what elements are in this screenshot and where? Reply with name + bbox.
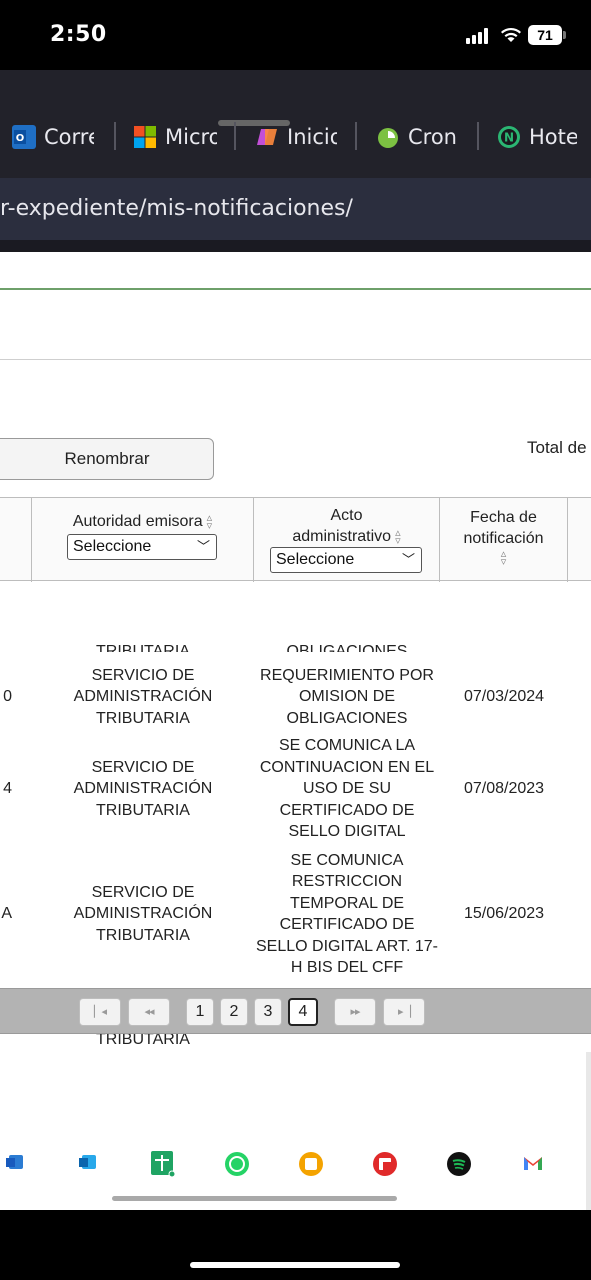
acto-filter-select[interactable]: Seleccione ﹀ [270, 547, 422, 573]
gmail-icon[interactable] [523, 1155, 543, 1171]
row-acto[interactable]: REQUERIMIENTO POR OMISION DE OBLIGACIONE… [254, 652, 440, 742]
bookmark-cronometro[interactable]: Cronómetro [376, 122, 458, 152]
taskbar [0, 1100, 586, 1210]
sticky-notes-icon[interactable] [298, 1151, 324, 1177]
bookmark-separator [477, 122, 479, 150]
wifi-icon [501, 28, 521, 42]
page-4-button-current[interactable]: 4 [288, 998, 318, 1026]
autoridad-filter-select[interactable]: Seleccione ﹀ [67, 534, 217, 560]
pdf-icon[interactable] [372, 1151, 398, 1177]
prev-page-button[interactable]: ◂◂ [128, 998, 170, 1026]
bookmark-inicio[interactable]: Inicio [255, 122, 337, 152]
chevron-down-icon: ﹀ [401, 552, 415, 567]
clipped-row-autoridad: TRIBUTARIA [96, 642, 190, 653]
home-indicator[interactable] [190, 1262, 400, 1268]
row-autoridad: SERVICIO DE ADMINISTRACIÓN TRIBUTARIA [73, 758, 213, 819]
toolbar-divider [0, 240, 591, 250]
word-icon[interactable] [5, 1152, 25, 1172]
table-header: Autoridad emisora ▵ ▿ Seleccione ﹀ Acto adm… [0, 497, 591, 582]
phone-bottom-bezel [0, 1210, 591, 1280]
chevron-down-icon: ﹀ [196, 539, 210, 554]
horizontal-scrollbar[interactable] [112, 1196, 397, 1201]
next-page-button[interactable]: ▸▸ [334, 998, 376, 1026]
row-id: A [1, 905, 12, 923]
row-id: 0 [3, 688, 12, 706]
autoridad-header-label: Autoridad emisora [72, 513, 203, 530]
screen-edge [586, 1052, 591, 1210]
rename-button[interactable]: Renombrar [0, 438, 214, 480]
monitor-screen: O Correo Microsoft Inicio Cronómetro [0, 70, 591, 1280]
bookmark-hotel[interactable]: N Hotel [497, 122, 577, 152]
copilot-icon [255, 125, 279, 149]
row-id: 4 [3, 780, 12, 798]
sort-icon[interactable]: ▵ ▿ [207, 512, 213, 531]
page-3-button[interactable]: 3 [254, 998, 282, 1026]
outlook-icon[interactable] [78, 1152, 98, 1172]
bookmarks-bar: O Correo Microsoft Inicio Cronómetro [0, 70, 591, 178]
spotify-icon[interactable] [446, 1151, 472, 1177]
page-1-button[interactable]: 1 [186, 998, 214, 1026]
last-page-button[interactable]: ▸▕ [383, 998, 425, 1026]
bookmark-separator [234, 122, 236, 150]
column-header-acto[interactable]: Acto administrativo ▵ ▿ Seleccione ﹀ [254, 498, 440, 582]
pagination-bar: ▏◂ ◂◂ 1 2 3 4 ▸▸ ▸▕ [0, 988, 591, 1034]
svg-text:O: O [16, 133, 25, 144]
fecha-header-line1: Fecha de [470, 509, 537, 526]
fecha-header-line2: notificación [463, 530, 544, 547]
row-autoridad: SERVICIO DE ADMINISTRACIÓN TRIBUTARIA [73, 666, 213, 727]
bookmark-microsoft[interactable]: Microsoft [133, 122, 217, 152]
clipped-row-acto: OBLIGACIONES [286, 642, 408, 653]
sort-icon[interactable]: ▵ ▿ [395, 527, 401, 546]
microsoft-icon [133, 125, 157, 149]
row-fecha: 07/08/2023 [463, 780, 545, 798]
svg-text:N: N [504, 131, 514, 145]
total-label: Total de [527, 438, 587, 457]
row-fecha: 15/06/2023 [463, 905, 545, 923]
column-header-fecha[interactable]: Fecha de notificación ▵ ▿ [440, 498, 568, 582]
first-page-button[interactable]: ▏◂ [79, 998, 121, 1026]
status-time: 2:50 [50, 22, 107, 47]
signal-icon [466, 28, 492, 44]
row-autoridad: SERVICIO DE ADMINISTRACIÓN TRIBUTARIA [73, 883, 213, 944]
battery-indicator: 71 [528, 25, 562, 45]
battery-tip [563, 31, 566, 39]
hotel-icon: N [497, 125, 521, 149]
row-acto[interactable]: SE COMUNICA LA CONTINUACION EN EL USO DE… [254, 734, 440, 844]
column-header-next [568, 498, 591, 582]
phone-status-bar: 2:50 71 [0, 0, 591, 70]
acto-header-line2: administrativo [292, 528, 392, 545]
sheets-icon[interactable] [150, 1150, 176, 1178]
row-acto[interactable]: SE COMUNICA RESTRICCION TEMPORAL DE CERT… [254, 848, 440, 980]
sort-icon[interactable]: ▵ ▿ [501, 548, 507, 567]
bookmark-separator [355, 122, 357, 150]
address-bar[interactable]: r-expediente/mis-notificaciones/ [0, 178, 591, 240]
header-accent-line [0, 288, 591, 290]
row-fecha: 07/03/2024 [463, 688, 545, 706]
section-divider [0, 359, 591, 360]
column-header-id [0, 498, 32, 582]
bookmark-separator [114, 122, 116, 150]
page-2-button[interactable]: 2 [220, 998, 248, 1026]
url-text: r-expediente/mis-notificaciones/ [0, 196, 353, 221]
timer-icon [376, 125, 400, 149]
column-header-autoridad[interactable]: Autoridad emisora ▵ ▿ Seleccione ﹀ [32, 498, 254, 582]
bookmark-correo[interactable]: O Correo [12, 122, 94, 152]
whatsapp-icon[interactable] [224, 1151, 250, 1177]
outlook-icon: O [12, 125, 36, 149]
acto-header-line1: Acto [330, 507, 363, 524]
